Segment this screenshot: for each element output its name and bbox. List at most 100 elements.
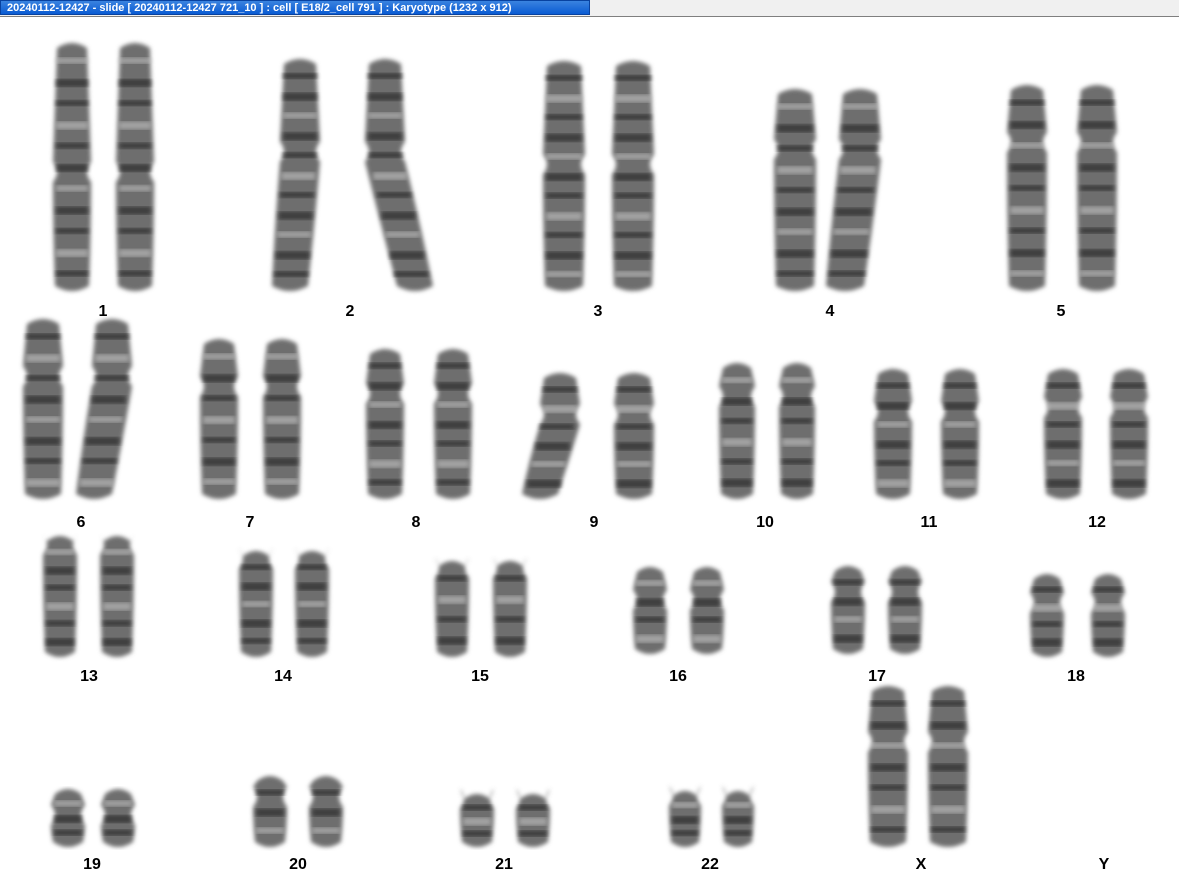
chromosome-5-a[interactable] bbox=[1007, 85, 1047, 291]
chromosome-band bbox=[1010, 142, 1044, 149]
chromosome-band bbox=[615, 74, 651, 81]
chromosome-18-b[interactable] bbox=[1091, 574, 1125, 657]
chromosome-11-a[interactable] bbox=[874, 369, 912, 499]
chromosome-12-a[interactable] bbox=[1044, 369, 1082, 499]
chromosome-3-b[interactable] bbox=[612, 61, 654, 291]
chromosome-band bbox=[1113, 402, 1145, 410]
chromosome-band bbox=[298, 564, 326, 571]
chromosome-16-a[interactable] bbox=[633, 567, 667, 654]
chromosome-band bbox=[546, 94, 582, 103]
chromosome-band bbox=[385, 231, 420, 238]
chromosome-X-b[interactable] bbox=[928, 686, 968, 847]
chromosome-band bbox=[1047, 479, 1079, 488]
chromosome-16-b[interactable] bbox=[690, 567, 724, 654]
chromosome-band bbox=[722, 478, 752, 487]
chromosome-band bbox=[725, 802, 751, 808]
chromosome-band bbox=[283, 132, 317, 141]
chromosome-band bbox=[617, 386, 651, 393]
chromosome-20-a[interactable] bbox=[253, 776, 287, 847]
chromosome-band bbox=[777, 124, 813, 133]
chromosome-17-a[interactable] bbox=[831, 566, 865, 654]
chromosome-band bbox=[543, 405, 577, 413]
chromosome-6-a[interactable] bbox=[23, 319, 63, 499]
chromosome-band bbox=[26, 395, 60, 404]
chromosome-band bbox=[617, 479, 651, 488]
chromosome-band bbox=[46, 584, 74, 591]
chromosome-8-a[interactable] bbox=[366, 349, 404, 499]
chromosome-15-a[interactable] bbox=[435, 557, 469, 657]
chromosome-band bbox=[931, 805, 965, 814]
chromosome-band bbox=[944, 382, 976, 389]
chromosome-band bbox=[615, 231, 651, 238]
chromatid-body bbox=[779, 363, 815, 499]
chromosome-band bbox=[54, 815, 82, 823]
chromosome-band bbox=[119, 270, 151, 277]
chromosome-2-b[interactable] bbox=[365, 59, 433, 291]
chromosome-13-b[interactable] bbox=[100, 534, 134, 657]
chromosome-band bbox=[1080, 99, 1114, 106]
chromosome-1-a[interactable] bbox=[53, 43, 91, 291]
chromosome-4-a[interactable] bbox=[774, 89, 816, 291]
chromosome-band bbox=[79, 478, 114, 487]
chromosome-band bbox=[1094, 621, 1122, 628]
chromosome-band bbox=[543, 386, 577, 393]
chromosome-band bbox=[203, 395, 235, 402]
chromosome-5-b[interactable] bbox=[1077, 85, 1117, 291]
chromosome-band bbox=[377, 191, 412, 198]
chromosome-9-b[interactable] bbox=[614, 373, 654, 499]
chromosome-band bbox=[56, 121, 88, 130]
pair-label-8: 8 bbox=[412, 514, 421, 531]
chromosome-band bbox=[119, 249, 151, 258]
chromosome-10-b[interactable] bbox=[779, 363, 815, 499]
chromosome-band bbox=[1010, 99, 1044, 106]
chromosome-band bbox=[1033, 638, 1061, 647]
chromosome-band bbox=[283, 112, 317, 119]
chromosome-band bbox=[871, 763, 905, 772]
chromosome-band bbox=[119, 164, 151, 172]
chromosome-band bbox=[725, 816, 751, 824]
chromosome-14-a[interactable] bbox=[239, 548, 273, 657]
chromosome-band bbox=[672, 816, 698, 824]
chromosome-19-b[interactable] bbox=[101, 789, 135, 847]
chromosome-21-b[interactable] bbox=[516, 788, 550, 848]
chromosome-20-b[interactable] bbox=[309, 776, 343, 847]
chromosome-band bbox=[834, 634, 862, 643]
chromosome-band bbox=[871, 805, 905, 814]
chromosome-15-b[interactable] bbox=[493, 557, 527, 657]
chromosome-7-b[interactable] bbox=[263, 339, 301, 499]
chromosome-22-b[interactable] bbox=[722, 785, 754, 847]
chromosome-17-b[interactable] bbox=[888, 566, 922, 654]
chromosome-13-a[interactable] bbox=[43, 534, 77, 657]
chromosome-14-b[interactable] bbox=[295, 548, 329, 657]
chromosome-band bbox=[672, 802, 698, 808]
chromosome-band bbox=[119, 227, 151, 234]
chromosome-6-b[interactable] bbox=[76, 319, 132, 499]
chromosome-band bbox=[46, 620, 74, 627]
chromosome-9-a[interactable] bbox=[522, 373, 580, 499]
pair-label-x: X bbox=[916, 856, 927, 873]
chromosome-band bbox=[26, 478, 60, 487]
chromosome-3-a[interactable] bbox=[543, 61, 585, 291]
chromosome-12-b[interactable] bbox=[1110, 369, 1148, 499]
chromosome-band bbox=[519, 817, 547, 826]
chromosome-X-a[interactable] bbox=[868, 686, 908, 847]
chromosome-22-a[interactable] bbox=[669, 785, 701, 847]
chromosome-band bbox=[722, 377, 752, 384]
chromosome-band bbox=[437, 362, 469, 369]
chromosome-4-b[interactable] bbox=[826, 89, 881, 291]
chromosome-11-b[interactable] bbox=[941, 369, 979, 499]
chromosome-7-a[interactable] bbox=[200, 339, 238, 499]
chromosome-19-a[interactable] bbox=[51, 789, 85, 847]
chromosome-band bbox=[56, 206, 88, 215]
chromosome-21-a[interactable] bbox=[460, 788, 494, 848]
chromosome-band bbox=[1010, 185, 1044, 191]
chromosome-1-b[interactable] bbox=[116, 43, 154, 291]
chromosome-band bbox=[437, 382, 469, 391]
chromosome-18-a[interactable] bbox=[1030, 574, 1064, 657]
chromosome-8-b[interactable] bbox=[434, 349, 472, 499]
pair-label-18: 18 bbox=[1067, 668, 1085, 685]
chromosome-band bbox=[368, 112, 402, 119]
pair-label-1: 1 bbox=[99, 303, 108, 320]
chromosome-2-a[interactable] bbox=[272, 59, 320, 291]
chromosome-10-a[interactable] bbox=[719, 363, 755, 499]
